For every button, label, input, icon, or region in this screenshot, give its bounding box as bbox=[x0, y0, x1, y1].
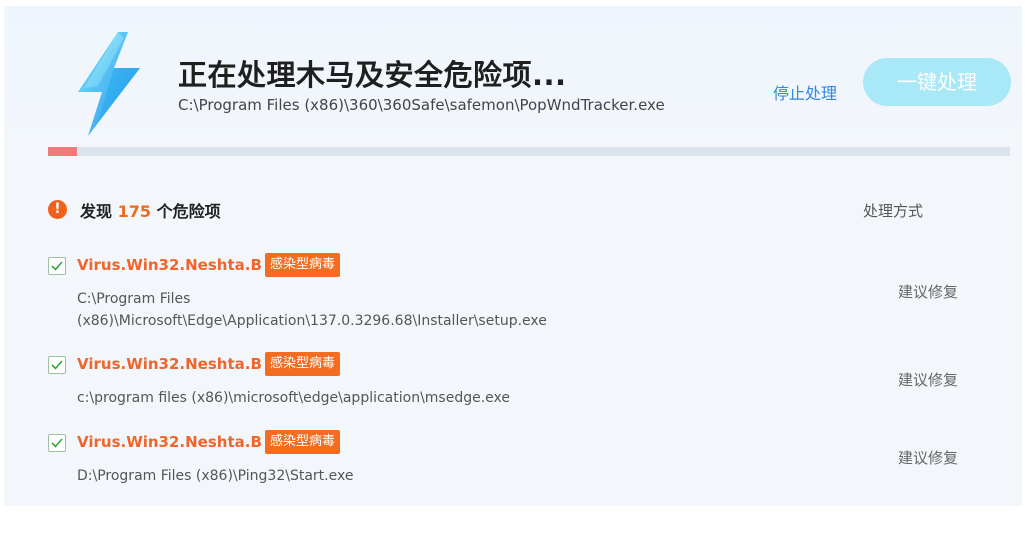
current-file-path: C:\Program Files (x86)\360\360Safe\safem… bbox=[178, 96, 665, 114]
warning-icon: ! bbox=[48, 200, 67, 219]
virus-name: Virus.Win32.Neshta.B bbox=[77, 256, 262, 274]
scan-result-panel: 正在处理木马及安全危险项... C:\Program Files (x86)\3… bbox=[4, 6, 1022, 506]
suggest-repair-action[interactable]: 建议修复 bbox=[898, 369, 958, 390]
infected-file-path: D:\Program Files (x86)\Ping32\Start.exe bbox=[77, 468, 354, 484]
threat-item-checkbox[interactable] bbox=[48, 434, 66, 452]
infected-file-path: c:\program files (x86)\microsoft\edge\ap… bbox=[77, 390, 511, 406]
checkmark-icon bbox=[51, 261, 63, 271]
virus-type-badge: 感染型病毒 bbox=[265, 430, 341, 454]
header: 正在处理木马及安全危险项... C:\Program Files (x86)\3… bbox=[4, 6, 1022, 150]
virus-name: Virus.Win32.Neshta.B bbox=[77, 355, 262, 373]
one-click-fix-button[interactable]: 一键处理 bbox=[863, 58, 1011, 106]
virus-type-badge: 感染型病毒 bbox=[265, 352, 341, 376]
summary-text: 发现 175 个危险项 bbox=[80, 198, 221, 222]
stop-processing-link[interactable]: 停止处理 bbox=[773, 80, 837, 104]
summary-prefix: 发现 bbox=[80, 202, 113, 221]
threat-count: 175 bbox=[117, 202, 151, 221]
page-title: 正在处理木马及安全危险项... bbox=[178, 58, 567, 92]
checkmark-icon bbox=[51, 438, 63, 448]
virus-type-badge: 感染型病毒 bbox=[265, 253, 341, 277]
summary-suffix: 个危险项 bbox=[156, 202, 221, 221]
progress-bar bbox=[48, 147, 1010, 156]
handling-method-header: 处理方式 bbox=[863, 202, 924, 220]
virus-name: Virus.Win32.Neshta.B bbox=[77, 433, 262, 451]
checkmark-icon bbox=[51, 360, 63, 370]
infected-file-path: C:\Program Files (x86)\Microsoft\Edge\Ap… bbox=[77, 291, 547, 329]
threat-item-checkbox[interactable] bbox=[48, 257, 66, 275]
lightning-bolt-icon bbox=[78, 32, 140, 136]
threat-item-checkbox[interactable] bbox=[48, 356, 66, 374]
suggest-repair-action[interactable]: 建议修复 bbox=[898, 447, 958, 468]
suggest-repair-action[interactable]: 建议修复 bbox=[898, 281, 958, 302]
progress-bar-fill bbox=[48, 147, 77, 156]
